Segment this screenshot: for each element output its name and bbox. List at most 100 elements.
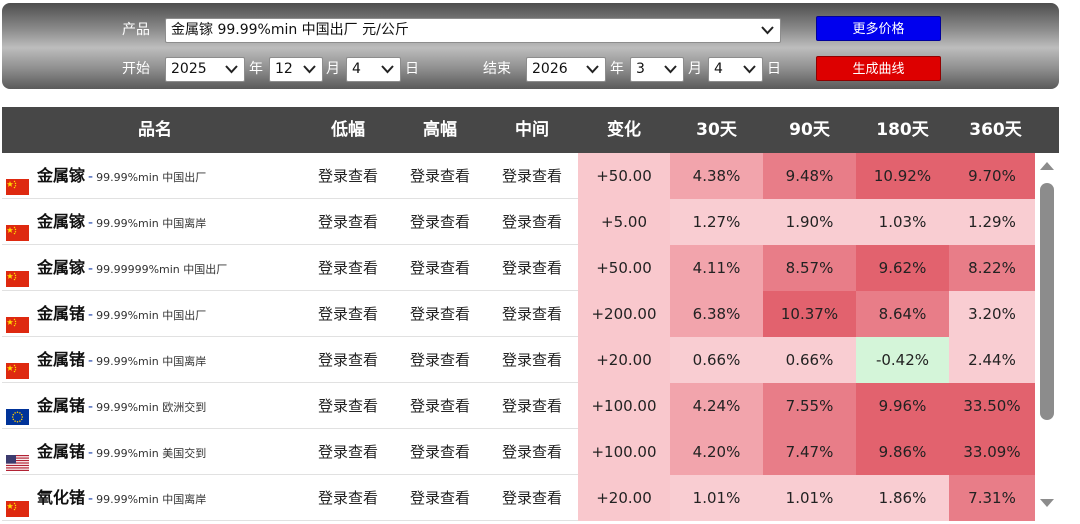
product-name: 氧化锗 (37, 488, 86, 507)
table-row[interactable]: 金属锗 -99.99%min 美国交到 登录查看 登录查看 登录查看 +100.00 4.2… (2, 429, 1035, 475)
d30-change-cell: 4.20% (670, 429, 763, 475)
header-change: 变化 (607, 120, 641, 140)
product-name-cell[interactable]: 金属锗 -99.99%min 欧洲交到 (6, 383, 206, 429)
start-day-select[interactable]: 4 (346, 57, 401, 82)
product-name-cell[interactable]: 氧化锗 -99.99%min 中国离岸 (6, 475, 206, 521)
product-name-cell[interactable]: 金属锗 -99.99%min 中国离岸 (6, 337, 206, 383)
table-row[interactable]: 金属锗 -99.99%min 欧洲交到 登录查看 登录查看 登录查看 +100.00 4.2… (2, 383, 1035, 429)
product-name: 金属锗 (37, 350, 86, 369)
high-login-link[interactable]: 登录查看 (394, 429, 486, 475)
product-spec: 99.99%min 中国离岸 (96, 217, 207, 230)
chevron-down-icon (303, 65, 316, 74)
name-separator: - (88, 445, 94, 461)
mid-login-link[interactable]: 登录查看 (486, 337, 578, 383)
product-spec: 99.99%min 欧洲交到 (96, 401, 207, 414)
product-select[interactable]: 金属镓 99.99%min 中国出厂 元/公斤 (165, 18, 781, 43)
end-label: 结束 (483, 61, 511, 77)
high-login-link[interactable]: 登录查看 (394, 245, 486, 291)
more-prices-button[interactable]: 更多价格 (816, 16, 941, 41)
end-day-select[interactable]: 4 (708, 57, 763, 82)
scrollbar[interactable] (1036, 153, 1058, 524)
chevron-down-icon (761, 26, 774, 35)
start-year-unit: 年 (249, 61, 263, 77)
generate-chart-button[interactable]: 生成曲线 (816, 56, 941, 81)
cn-flag-icon (6, 351, 29, 379)
low-login-link[interactable]: 登录查看 (302, 337, 394, 383)
low-login-link[interactable]: 登录查看 (302, 475, 394, 521)
mid-login-link[interactable]: 登录查看 (486, 291, 578, 337)
high-login-link[interactable]: 登录查看 (394, 153, 486, 199)
header-low: 低幅 (331, 120, 365, 140)
low-login-link[interactable]: 登录查看 (302, 383, 394, 429)
product-name: 金属锗 (37, 442, 86, 461)
product-name-cell[interactable]: 金属镓 -99.99%min 中国离岸 (6, 199, 206, 245)
product-name: 金属镓 (37, 166, 86, 185)
d90-change-cell: 1.90% (763, 199, 856, 245)
high-login-link[interactable]: 登录查看 (394, 475, 486, 521)
header-high: 高幅 (423, 120, 457, 140)
product-name: 金属镓 (37, 212, 86, 231)
product-name-cell[interactable]: 金属锗 -99.99%min 中国出厂 (6, 291, 206, 337)
d180-change-cell: 1.03% (856, 199, 949, 245)
d30-change-cell: 4.11% (670, 245, 763, 291)
table-row[interactable]: 氧化锗 -99.99%min 中国离岸 登录查看 登录查看 登录查看 +20.00 1.01… (2, 475, 1035, 521)
product-name-cell[interactable]: 金属镓 -99.99999%min 中国出厂 (6, 245, 227, 291)
end-month-select[interactable]: 3 (630, 57, 684, 82)
change-cell: +50.00 (578, 245, 670, 291)
d90-change-cell: 9.48% (763, 153, 856, 199)
d360-change-cell: 8.22% (949, 245, 1035, 291)
start-month-value: 12 (275, 61, 293, 77)
mid-login-link[interactable]: 登录查看 (486, 429, 578, 475)
end-month-unit: 月 (688, 61, 702, 77)
d360-change-cell: 1.29% (949, 199, 1035, 245)
price-table-header: 品名 低幅 高幅 中间 变化 30天 90天 180天 360天 (2, 107, 1059, 153)
d180-change-cell: -0.42% (856, 337, 949, 383)
mid-login-link[interactable]: 登录查看 (486, 475, 578, 521)
change-cell: +100.00 (578, 383, 670, 429)
cn-flag-icon (6, 305, 29, 333)
start-year-select[interactable]: 2025 (165, 57, 245, 82)
scroll-down-arrow-icon[interactable] (1040, 498, 1054, 508)
low-login-link[interactable]: 登录查看 (302, 153, 394, 199)
name-separator: - (88, 215, 94, 231)
table-row[interactable]: 金属锗 -99.99%min 中国离岸 登录查看 登录查看 登录查看 +20.00 0.66… (2, 337, 1035, 383)
d180-change-cell: 9.96% (856, 383, 949, 429)
low-login-link[interactable]: 登录查看 (302, 199, 394, 245)
d30-change-cell: 1.27% (670, 199, 763, 245)
mid-login-link[interactable]: 登录查看 (486, 245, 578, 291)
d360-change-cell: 33.50% (949, 383, 1035, 429)
name-separator: - (88, 491, 94, 507)
d180-change-cell: 1.86% (856, 475, 949, 521)
low-login-link[interactable]: 登录查看 (302, 245, 394, 291)
table-row[interactable]: 金属镓 -99.99%min 中国出厂 登录查看 登录查看 登录查看 +50.00 4.38… (2, 153, 1035, 199)
header-30d: 30天 (696, 120, 737, 140)
chevron-down-icon (743, 65, 756, 74)
table-row[interactable]: 金属镓 -99.99%min 中国离岸 登录查看 登录查看 登录查看 +5.00 1.27%… (2, 199, 1035, 245)
cn-flag-icon (6, 167, 29, 195)
start-year-value: 2025 (171, 61, 207, 77)
mid-login-link[interactable]: 登录查看 (486, 383, 578, 429)
mid-login-link[interactable]: 登录查看 (486, 153, 578, 199)
low-login-link[interactable]: 登录查看 (302, 291, 394, 337)
high-login-link[interactable]: 登录查看 (394, 199, 486, 245)
low-login-link[interactable]: 登录查看 (302, 429, 394, 475)
end-year-select[interactable]: 2026 (526, 57, 606, 82)
d90-change-cell: 0.66% (763, 337, 856, 383)
d30-change-cell: 4.38% (670, 153, 763, 199)
start-month-select[interactable]: 12 (269, 57, 323, 82)
d90-change-cell: 8.57% (763, 245, 856, 291)
scroll-up-arrow-icon[interactable] (1040, 161, 1054, 171)
scrollbar-thumb[interactable] (1040, 183, 1054, 420)
high-login-link[interactable]: 登录查看 (394, 337, 486, 383)
start-day-value: 4 (352, 61, 361, 77)
chevron-down-icon (225, 65, 238, 74)
high-login-link[interactable]: 登录查看 (394, 383, 486, 429)
table-row[interactable]: 金属镓 -99.99999%min 中国出厂 登录查看 登录查看 登录查看 +50.00 4… (2, 245, 1035, 291)
product-name-cell[interactable]: 金属镓 -99.99%min 中国出厂 (6, 153, 206, 199)
d30-change-cell: 6.38% (670, 291, 763, 337)
product-name-cell[interactable]: 金属锗 -99.99%min 美国交到 (6, 429, 206, 475)
mid-login-link[interactable]: 登录查看 (486, 199, 578, 245)
end-day-value: 4 (714, 61, 723, 77)
high-login-link[interactable]: 登录查看 (394, 291, 486, 337)
table-row[interactable]: 金属锗 -99.99%min 中国出厂 登录查看 登录查看 登录查看 +200.00 6.3… (2, 291, 1035, 337)
